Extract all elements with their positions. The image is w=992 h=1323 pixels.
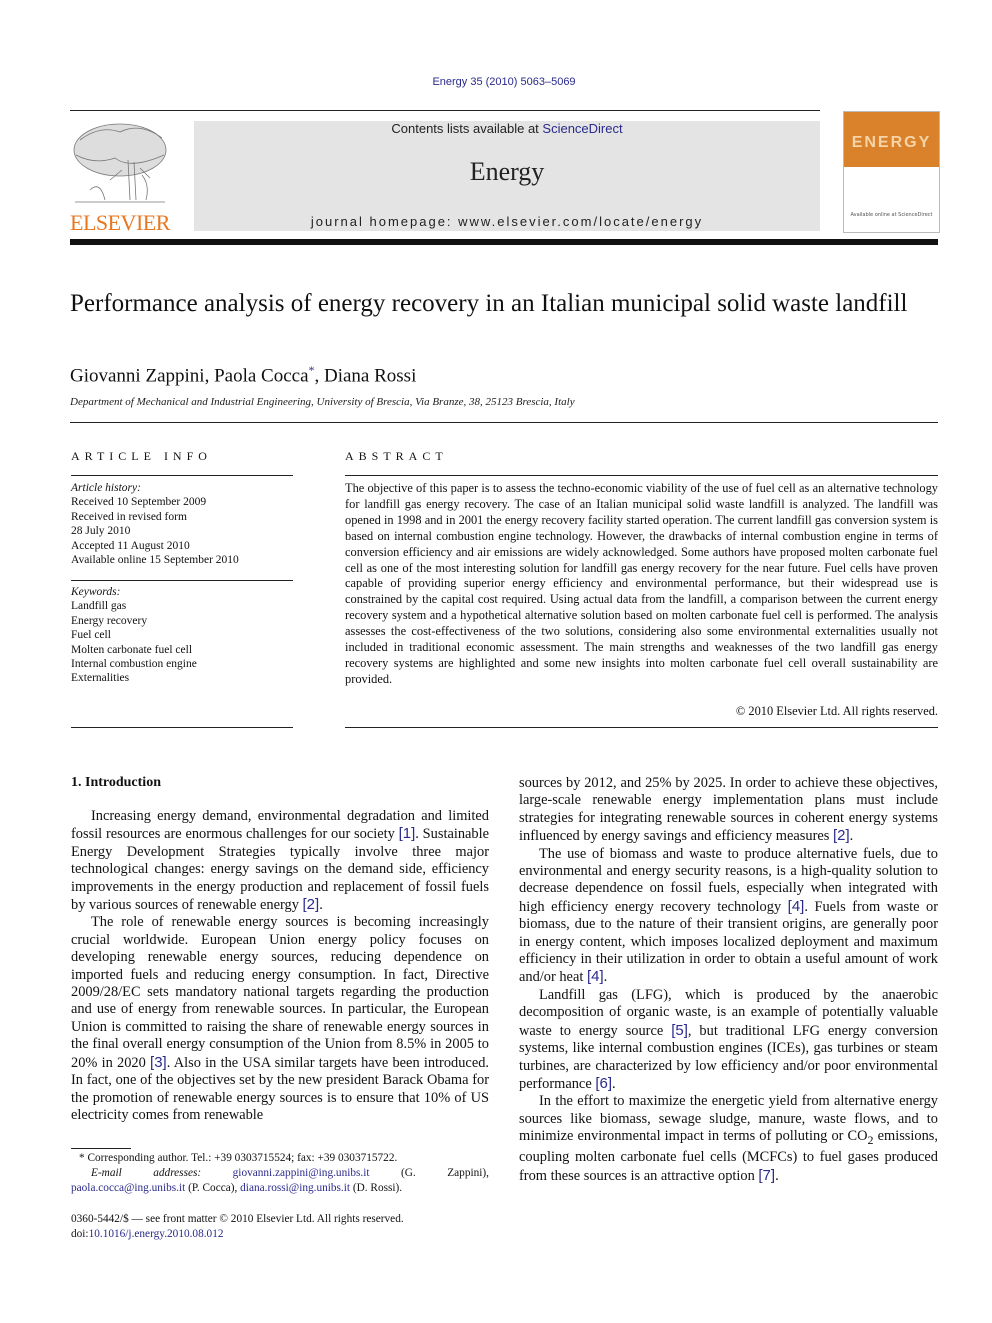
citation-link[interactable]: [2] bbox=[833, 827, 850, 844]
journal-masthead: Contents lists available at ScienceDirec… bbox=[194, 121, 820, 231]
paragraph: sources by 2012, and 25% by 2025. In ord… bbox=[519, 775, 938, 845]
paragraph: The role of renewable energy sources is … bbox=[71, 914, 490, 1123]
divider bbox=[71, 475, 293, 476]
masthead-divider bbox=[70, 239, 938, 245]
journal-citation-link[interactable]: Energy 35 (2010) 5063–5069 bbox=[0, 76, 992, 88]
paragraph: Landfill gas (LFG), which is produced by… bbox=[519, 986, 938, 1092]
keyword: Externalities bbox=[71, 672, 130, 685]
doi-line: doi:10.1016/j.energy.2010.08.012 bbox=[71, 1227, 224, 1240]
keyword: Molten carbonate fuel cell bbox=[71, 643, 193, 656]
elsevier-logo: ELSEVIER bbox=[70, 120, 172, 235]
author: Diana Rossi bbox=[324, 365, 417, 387]
email-link[interactable]: diana.rossi@ing.unibs.it bbox=[240, 1182, 350, 1194]
cover-title: ENERGY bbox=[851, 134, 932, 151]
citation-link[interactable]: [2] bbox=[303, 896, 320, 913]
journal-homepage-link[interactable]: journal homepage: www.elsevier.com/locat… bbox=[194, 214, 820, 229]
history-item: Received in revised form bbox=[71, 510, 187, 523]
paragraph: In the effort to maximize the energetic … bbox=[519, 1093, 938, 1184]
sciencedirect-link[interactable]: ScienceDirect bbox=[542, 121, 622, 136]
email-link[interactable]: giovanni.zappini@ing.unibs.it bbox=[233, 1167, 370, 1179]
keyword: Fuel cell bbox=[71, 629, 111, 642]
divider bbox=[345, 475, 938, 476]
contents-line: Contents lists available at ScienceDirec… bbox=[194, 121, 820, 136]
body-column-right: sources by 2012, and 25% by 2025. In ord… bbox=[519, 775, 938, 1185]
section-heading: 1. Introduction bbox=[71, 775, 161, 790]
issn-line: 0360-5442/$ — see front matter © 2010 El… bbox=[71, 1213, 404, 1225]
article-title: Performance analysis of energy recovery … bbox=[70, 290, 908, 317]
citation-link[interactable]: [5] bbox=[671, 1022, 688, 1039]
doi-link[interactable]: 10.1016/j.energy.2010.08.012 bbox=[89, 1228, 224, 1240]
divider bbox=[71, 580, 293, 581]
journal-name: Energy bbox=[469, 157, 545, 186]
divider bbox=[345, 727, 938, 728]
abstract-text: The objective of this paper is to assess… bbox=[345, 481, 938, 686]
article-history: Article history: Received 10 September 2… bbox=[71, 481, 293, 567]
footnote-rule bbox=[71, 1148, 131, 1149]
cover-banner: ENERGY bbox=[844, 112, 939, 167]
history-item: Accepted 11 August 2010 bbox=[71, 539, 190, 552]
author: Giovanni Zappini bbox=[70, 365, 205, 387]
keywords-label: Keywords: bbox=[71, 586, 121, 598]
abstract-heading: ABSTRACT bbox=[345, 449, 448, 463]
journal-cover-thumbnail[interactable]: ENERGY Available online at ScienceDirect bbox=[843, 111, 940, 233]
cover-footer: Available online at ScienceDirect bbox=[850, 212, 933, 218]
header-rule bbox=[70, 110, 820, 111]
paragraph: Increasing energy demand, environmental … bbox=[71, 808, 489, 914]
email-addresses: E-mail addresses: giovanni.zappini@ing.u… bbox=[71, 1167, 489, 1194]
citation-link[interactable]: [6] bbox=[595, 1075, 612, 1092]
paragraph: The use of biomass and waste to produce … bbox=[519, 845, 938, 986]
front-matter: 0360-5442/$ — see front matter © 2010 El… bbox=[71, 1212, 489, 1241]
subscript: 2 bbox=[867, 1133, 874, 1147]
citation-link[interactable]: [4] bbox=[788, 898, 805, 915]
article-info-heading: ARTICLE INFO bbox=[71, 449, 212, 463]
footnotes: * Corresponding author. Tel.: +39 030371… bbox=[71, 1151, 489, 1196]
author-list: Giovanni Zappini, Paola Cocca*, Diana Ro… bbox=[70, 363, 417, 387]
keywords: Keywords: Landfill gas Energy recovery F… bbox=[71, 585, 293, 686]
body-column-left: Increasing energy demand, environmental … bbox=[71, 808, 489, 1124]
contents-prefix: Contents lists available at bbox=[391, 121, 543, 136]
keyword: Energy recovery bbox=[71, 614, 148, 627]
citation-link[interactable]: [7] bbox=[758, 1167, 775, 1184]
elsevier-wordmark: ELSEVIER bbox=[70, 210, 170, 235]
history-item: 28 July 2010 bbox=[71, 525, 131, 538]
history-item: Received 10 September 2009 bbox=[71, 496, 207, 509]
divider bbox=[70, 422, 938, 423]
elsevier-tree-icon bbox=[73, 123, 167, 203]
citation-link[interactable]: [1] bbox=[399, 825, 416, 842]
email-label: E-mail addresses: bbox=[91, 1167, 202, 1179]
citation-link[interactable]: [4] bbox=[587, 968, 604, 985]
affiliation: Department of Mechanical and Industrial … bbox=[70, 396, 575, 408]
history-label: Article history: bbox=[71, 482, 141, 494]
author: Paola Cocca bbox=[214, 365, 309, 387]
citation-link[interactable]: [3] bbox=[150, 1054, 167, 1071]
keyword: Internal combustion engine bbox=[71, 658, 197, 671]
corresponding-author-note: * Corresponding author. Tel.: +39 030371… bbox=[79, 1152, 398, 1164]
abstract-copyright: © 2010 Elsevier Ltd. All rights reserved… bbox=[735, 704, 938, 718]
keyword: Landfill gas bbox=[71, 600, 127, 613]
divider bbox=[71, 727, 293, 728]
history-item: Available online 15 September 2010 bbox=[71, 554, 239, 567]
email-link[interactable]: paola.cocca@ing.unibs.it bbox=[71, 1182, 185, 1194]
